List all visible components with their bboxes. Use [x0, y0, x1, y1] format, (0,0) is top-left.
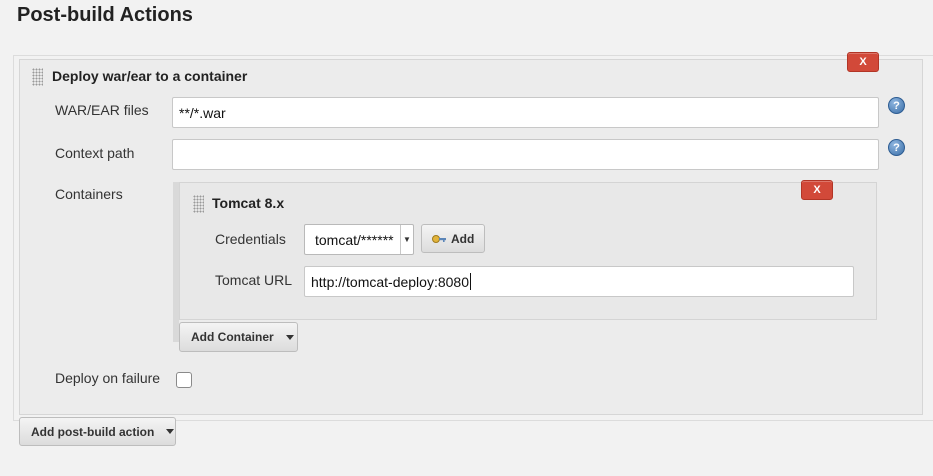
- credentials-label: Credentials: [215, 231, 286, 247]
- caret-down-icon: [285, 334, 294, 340]
- war-files-label: WAR/EAR files: [55, 102, 149, 118]
- add-credentials-label: Add: [451, 231, 475, 246]
- war-files-input[interactable]: **/*.war: [172, 97, 879, 128]
- add-credentials-button[interactable]: Add: [421, 224, 485, 253]
- deploy-on-failure-label: Deploy on failure: [55, 370, 161, 386]
- add-container-label: Add Container: [191, 330, 274, 344]
- deploy-on-failure-checkbox[interactable]: [176, 372, 192, 388]
- tomcat-url-value: http://tomcat-deploy:8080: [311, 273, 469, 290]
- credentials-selected-value: tomcat/******: [315, 232, 394, 248]
- container-left-rail: [173, 182, 179, 342]
- caret-down-icon: [166, 429, 175, 434]
- section-title: Post-build Actions: [17, 4, 193, 26]
- add-post-build-action-label: Add post-build action: [31, 424, 155, 439]
- context-path-input[interactable]: [172, 139, 879, 170]
- tomcat-url-label: Tomcat URL: [215, 272, 293, 288]
- delete-deploy-block-button[interactable]: X: [847, 52, 879, 72]
- caret-down-icon: ▼: [400, 225, 413, 254]
- drag-handle-icon[interactable]: [32, 68, 43, 86]
- context-path-label: Context path: [55, 145, 135, 161]
- delete-container-button[interactable]: X: [801, 180, 833, 200]
- war-files-value: **/*.war: [179, 104, 226, 121]
- deploy-block-title: Deploy war/ear to a container: [52, 68, 248, 84]
- key-icon: [432, 234, 446, 243]
- add-post-build-action-button[interactable]: Add post-build action: [19, 417, 176, 446]
- help-icon[interactable]: ?: [888, 97, 905, 114]
- drag-handle-icon[interactable]: [193, 195, 204, 213]
- tomcat-url-input[interactable]: http://tomcat-deploy:8080: [304, 266, 854, 297]
- add-container-button[interactable]: Add Container: [179, 322, 298, 352]
- help-icon[interactable]: ?: [888, 139, 905, 156]
- container-title: Tomcat 8.x: [212, 195, 285, 211]
- text-cursor: [470, 273, 471, 290]
- credentials-select[interactable]: tomcat/****** ▼: [304, 224, 414, 255]
- containers-label: Containers: [55, 186, 123, 202]
